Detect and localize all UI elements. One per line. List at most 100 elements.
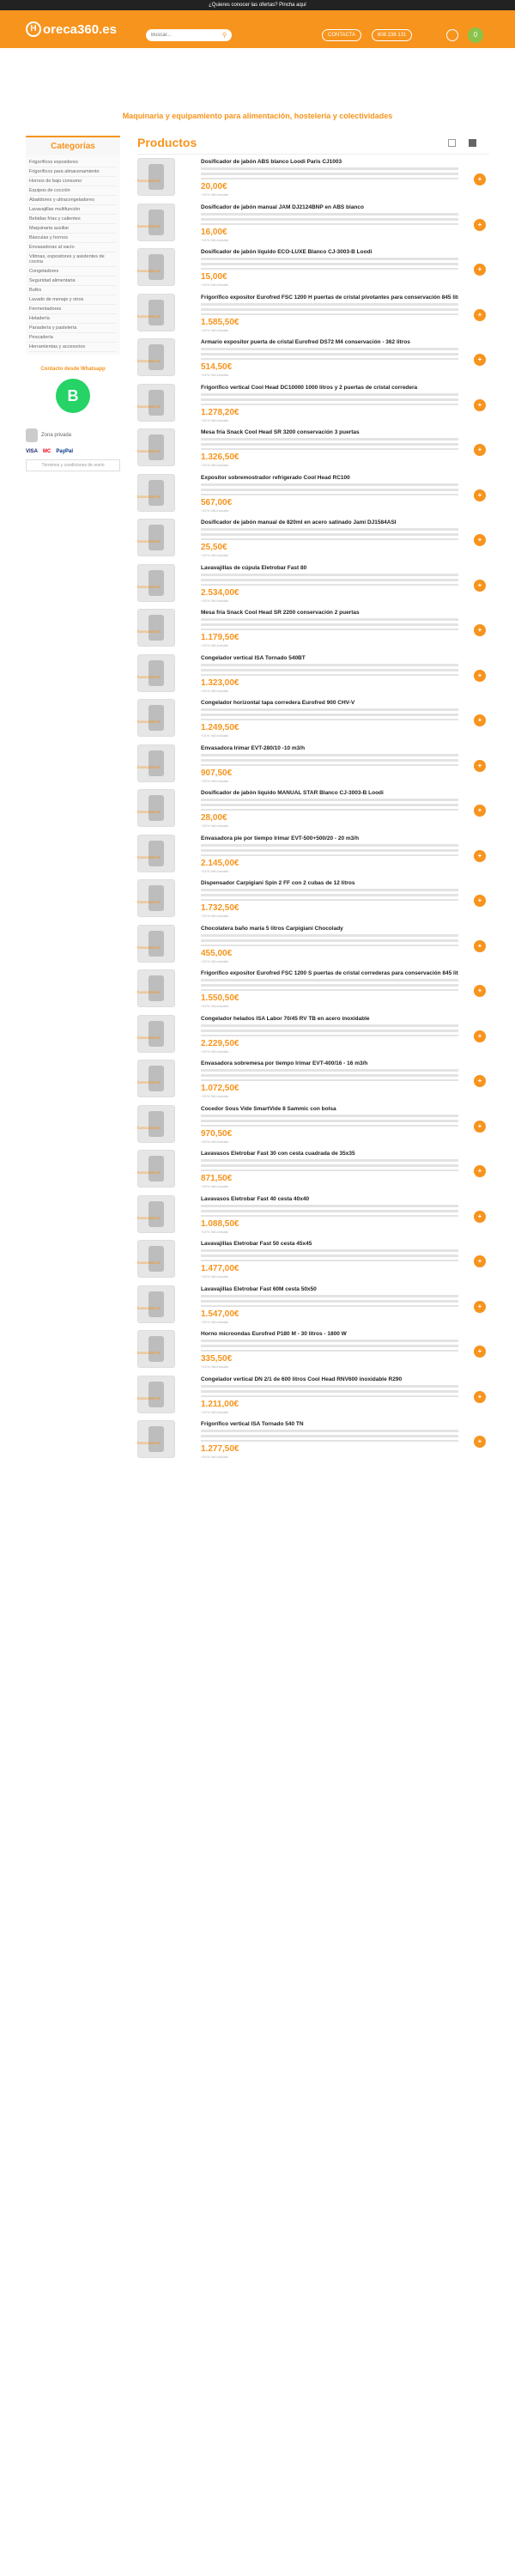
add-to-cart-button[interactable]: + [474, 489, 486, 501]
product-name[interactable]: Congelador helados ISA Labor 70/45 RV TB… [201, 1016, 458, 1022]
product-item[interactable]: horeca360.es Dosificador de jabón líquido… [137, 786, 489, 831]
product-name[interactable]: Mesa fría Snack Cool Head SR 2200 conser… [201, 610, 458, 616]
product-name[interactable]: Dosificador de jabón ABS blanco Loodi Pa… [201, 159, 458, 165]
search-icon[interactable]: ⚲ [222, 32, 227, 39]
add-to-cart-button[interactable]: + [474, 1210, 486, 1223]
add-to-cart-button[interactable]: + [474, 173, 486, 185]
category-item[interactable]: Frigoríficos expositores [29, 158, 117, 167]
product-name[interactable]: Lavavasos Eletrobar Fast 30 con cesta cu… [201, 1151, 458, 1157]
add-to-cart-button[interactable]: + [474, 534, 486, 546]
add-to-cart-button[interactable]: + [474, 1390, 486, 1403]
category-item[interactable]: Fermentadores [29, 305, 117, 314]
add-to-cart-button[interactable]: + [474, 444, 486, 456]
product-name[interactable]: Horno microondas Eurofred P180 M - 30 li… [201, 1331, 458, 1337]
add-to-cart-button[interactable]: + [474, 1436, 486, 1448]
product-item[interactable]: horeca360.es Armario expositor puerta de … [137, 335, 489, 380]
add-to-cart-button[interactable]: + [474, 1255, 486, 1267]
product-item[interactable]: horeca360.es Mesa fría Snack Cool Head SR… [137, 425, 489, 471]
add-to-cart-button[interactable]: + [474, 805, 486, 817]
product-name[interactable]: Envasadora Irimar EVT-280/10 -10 m3/h [201, 745, 458, 751]
product-name[interactable]: Envasadora sobremesa por tiempo Irimar E… [201, 1060, 458, 1066]
product-name[interactable]: Envasadora pie por tiempo Irimar EVT-500… [201, 835, 458, 841]
product-image[interactable] [137, 744, 175, 782]
category-item[interactable]: Lavado de menaje y otros [29, 295, 117, 305]
product-image[interactable] [137, 473, 175, 512]
product-item[interactable]: horeca360.es Dispensador Carpigiani Spin … [137, 876, 489, 921]
product-image[interactable] [137, 203, 175, 241]
product-name[interactable]: Armario expositor puerta de cristal Euro… [201, 339, 458, 345]
add-to-cart-button[interactable]: + [474, 1030, 486, 1042]
category-item[interactable]: Frigoríficos para almacenamiento [29, 167, 117, 177]
add-to-cart-button[interactable]: + [474, 714, 486, 726]
product-item[interactable]: horeca360.es Dosificador de jabón manual … [137, 200, 489, 246]
product-item[interactable]: horeca360.es Congelador vertical ISA Torn… [137, 651, 489, 696]
product-name[interactable]: Dispensador Carpigiani Spin 2 FF con 2 c… [201, 880, 458, 886]
product-item[interactable]: horeca360.es Lavavajillas de cúpula Eletr… [137, 561, 489, 606]
product-name[interactable]: Lavavajillas Eletrobar Fast 50 cesta 45x… [201, 1241, 458, 1247]
category-item[interactable]: Maquinaria auxiliar [29, 224, 117, 234]
product-item[interactable]: horeca360.es Expositor sobremostrador ref… [137, 471, 489, 516]
add-to-cart-button[interactable]: + [474, 218, 486, 231]
category-item[interactable]: Envasadoras al vacío [29, 243, 117, 252]
product-item[interactable]: horeca360.es Cocedor Sous Vide SmartVide … [137, 1102, 489, 1147]
product-image[interactable] [137, 653, 175, 692]
add-to-cart-button[interactable]: + [474, 1346, 486, 1358]
private-zone[interactable]: Zona privada [26, 428, 120, 442]
add-to-cart-button[interactable]: + [474, 1075, 486, 1087]
product-item[interactable]: horeca360.es Dosificador de jabón manual … [137, 515, 489, 561]
category-item[interactable]: Herramientas y accesorios [29, 343, 117, 352]
product-item[interactable]: horeca360.es Frigorífico vertical ISA Tor… [137, 1417, 489, 1462]
product-name[interactable]: Dosificador de jabón manual JAM DJ2124BN… [201, 204, 458, 210]
product-item[interactable]: horeca360.es Envasadora sobremesa por tie… [137, 1056, 489, 1102]
category-item[interactable]: Congeladores [29, 267, 117, 276]
promo-bar[interactable]: ¿Quieres conocer las ofertas? Pincha aqu… [0, 0, 515, 10]
product-image[interactable] [137, 428, 175, 466]
category-item[interactable]: Vitrinas, expositores y asistentes de co… [29, 252, 117, 267]
category-item[interactable]: Bufés [29, 286, 117, 295]
product-name[interactable]: Dosificador de jabón líquido ECO-LUXE Bl… [201, 249, 458, 255]
product-name[interactable]: Frigorífico expositor Eurofred FSC 1200 … [201, 295, 458, 301]
add-to-cart-button[interactable]: + [474, 849, 486, 862]
product-image[interactable] [137, 609, 175, 647]
product-name[interactable]: Dosificador de jabón líquido MANUAL STAR… [201, 790, 458, 796]
product-name[interactable]: Frigorífico expositor Eurofred FSC 1200 … [201, 970, 458, 976]
search-input[interactable] [151, 33, 222, 38]
add-to-cart-button[interactable]: + [474, 1120, 486, 1133]
product-image[interactable] [137, 1330, 175, 1368]
product-image[interactable] [137, 1375, 175, 1413]
product-image[interactable] [137, 924, 175, 963]
add-to-cart-button[interactable]: + [474, 264, 486, 276]
product-image[interactable] [137, 699, 175, 737]
product-name[interactable]: Congelador horizontal tapa corredera Eur… [201, 700, 458, 706]
product-image[interactable] [137, 158, 175, 196]
product-name[interactable]: Lavavasos Eletrobar Fast 40 cesta 40x40 [201, 1196, 458, 1202]
product-item[interactable]: horeca360.es Dosificador de jabón líquido… [137, 245, 489, 290]
product-item[interactable]: horeca360.es Lavavasos Eletrobar Fast 30 … [137, 1146, 489, 1192]
add-to-cart-button[interactable]: + [474, 895, 486, 907]
product-name[interactable]: Dosificador de jabón manual de 820ml en … [201, 519, 458, 526]
category-item[interactable]: Seguridad alimentaria [29, 276, 117, 286]
user-icon[interactable] [446, 29, 458, 41]
add-to-cart-button[interactable]: + [474, 939, 486, 952]
product-image[interactable] [137, 1194, 175, 1233]
add-to-cart-button[interactable]: + [474, 1300, 486, 1313]
product-image[interactable] [137, 1060, 175, 1097]
product-name[interactable]: Congelador vertical DN 2/1 de 600 litros… [201, 1376, 458, 1382]
product-image[interactable] [137, 879, 175, 917]
product-name[interactable]: Mesa fría Snack Cool Head SR 3200 conser… [201, 429, 458, 435]
product-item[interactable]: horeca360.es Envasadora Irimar EVT-280/10… [137, 741, 489, 787]
product-image[interactable] [137, 338, 175, 376]
product-image[interactable] [137, 1150, 175, 1188]
whatsapp-icon[interactable]: B [56, 379, 90, 413]
add-to-cart-button[interactable]: + [474, 354, 486, 366]
product-item[interactable]: horeca360.es Frigorífico expositor Eurofr… [137, 966, 489, 1012]
product-image[interactable] [137, 248, 175, 286]
product-name[interactable]: Expositor sobremostrador refrigerado Coo… [201, 475, 458, 481]
search-box[interactable]: ⚲ [146, 29, 232, 41]
product-image[interactable] [137, 293, 175, 331]
category-item[interactable]: Panadería y pastelería [29, 324, 117, 333]
product-image[interactable] [137, 969, 175, 1007]
product-name[interactable]: Lavavajillas Eletrobar Fast 60M cesta 50… [201, 1286, 458, 1292]
add-to-cart-button[interactable]: + [474, 308, 486, 321]
terms-link[interactable]: Términos y condiciones de envío [26, 459, 120, 471]
